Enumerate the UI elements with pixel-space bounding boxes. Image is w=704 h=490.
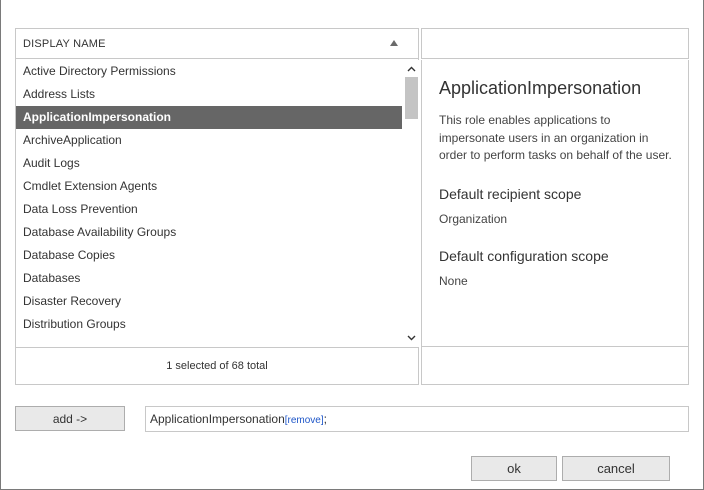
sort-ascending-icon[interactable] <box>390 40 398 46</box>
recipient-scope-heading: Default recipient scope <box>439 185 582 202</box>
chevron-up-icon[interactable] <box>403 62 419 76</box>
column-header-label: DISPLAY NAME <box>23 37 106 50</box>
list-item[interactable]: ArchiveApplication <box>16 129 402 152</box>
search-input[interactable] <box>421 28 689 59</box>
list-item[interactable]: Cmdlet Extension Agents <box>16 175 402 198</box>
remove-link[interactable]: [remove] <box>285 415 324 426</box>
list-item[interactable]: Database Availability Groups <box>16 221 402 244</box>
config-scope-heading: Default configuration scope <box>439 247 609 264</box>
detail-panel: ApplicationImpersonation This role enabl… <box>421 60 689 385</box>
list-item[interactable]: ApplicationImpersonation <box>16 106 402 129</box>
selection-separator: ; <box>323 412 327 426</box>
selection-count-text: 1 selected of 68 total <box>166 360 268 372</box>
list-item[interactable]: Data Loss Prevention <box>16 198 402 221</box>
list-item[interactable]: Databases <box>16 267 402 290</box>
detail-divider <box>422 346 688 347</box>
list-item[interactable]: Active Directory Permissions <box>16 60 402 83</box>
column-header-display-name[interactable]: DISPLAY NAME <box>16 29 418 59</box>
cancel-button[interactable]: cancel <box>562 456 670 481</box>
role-list-panel: DISPLAY NAME Active Directory Permission… <box>15 28 419 385</box>
recipient-scope-value: Organization <box>439 211 508 226</box>
selected-roles-field[interactable]: ApplicationImpersonation[remove]; <box>145 406 689 432</box>
detail-description: This role enables applications to impers… <box>439 113 672 162</box>
ok-button[interactable]: ok <box>471 456 557 481</box>
detail-title: ApplicationImpersonation <box>439 78 642 98</box>
list-item[interactable]: Audit Logs <box>16 152 402 175</box>
add-button[interactable]: add -> <box>15 406 125 431</box>
chevron-down-icon[interactable] <box>403 331 419 345</box>
role-list: Active Directory Permissions Address List… <box>16 60 402 347</box>
selection-status: 1 selected of 68 total <box>16 347 418 384</box>
list-item[interactable]: Address Lists <box>16 83 402 106</box>
selected-role-value: ApplicationImpersonation <box>150 412 285 426</box>
scroll-thumb[interactable] <box>405 77 418 119</box>
config-scope-value: None <box>439 273 468 288</box>
list-item[interactable]: Disaster Recovery <box>16 290 402 313</box>
list-scrollbar[interactable] <box>403 60 419 347</box>
list-item[interactable]: Database Copies <box>16 244 402 267</box>
list-item[interactable]: Distribution Groups <box>16 313 402 336</box>
